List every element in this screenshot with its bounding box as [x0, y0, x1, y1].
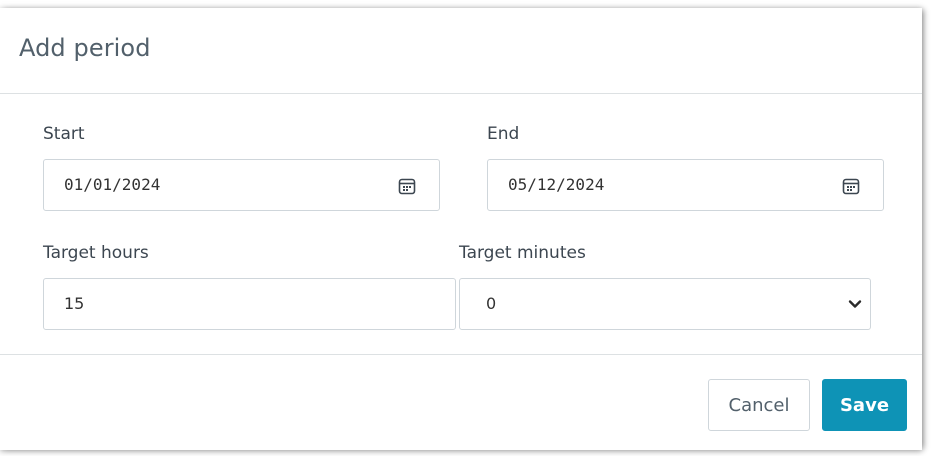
start-label: Start — [43, 124, 85, 144]
end-label: End — [487, 124, 520, 144]
save-button[interactable]: Save — [822, 379, 907, 431]
chevron-down-icon[interactable] — [848, 297, 862, 311]
target-minutes-value: 0 — [486, 294, 497, 313]
calendar-icon[interactable] — [842, 177, 860, 195]
dialog-title: Add period — [19, 34, 151, 62]
dialog-header: Add period — [0, 8, 922, 94]
start-date-input[interactable]: 01/01/2024 — [43, 159, 440, 211]
start-date-value: 01/01/2024 — [64, 175, 161, 194]
target-hours-input[interactable]: 15 — [43, 278, 456, 330]
end-date-input[interactable]: 05/12/2024 — [487, 159, 884, 211]
target-hours-value: 15 — [64, 294, 85, 313]
calendar-icon[interactable] — [398, 177, 416, 195]
add-period-dialog: Add period Start 01/01/2024 End 05/12/20… — [0, 8, 922, 450]
target-minutes-label: Target minutes — [459, 243, 586, 263]
target-minutes-select[interactable]: 0 — [459, 278, 871, 330]
dialog-body: Start 01/01/2024 End 05/12/2024 Target h… — [0, 94, 922, 355]
target-hours-label: Target hours — [43, 243, 149, 263]
end-date-value: 05/12/2024 — [508, 175, 605, 194]
dialog-footer: Cancel Save — [0, 355, 922, 450]
cancel-button[interactable]: Cancel — [708, 379, 810, 431]
